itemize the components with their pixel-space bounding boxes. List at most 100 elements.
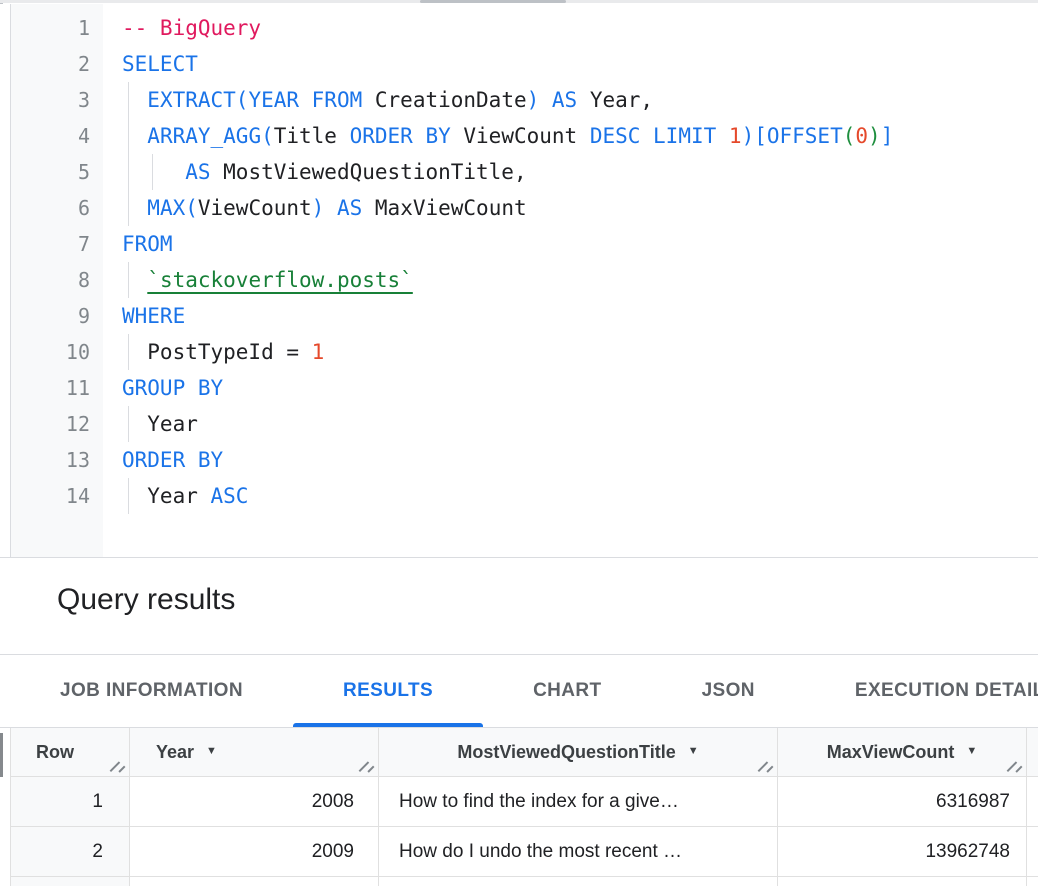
tab-json[interactable]: JSON: [652, 655, 805, 727]
table-cell: 2: [11, 827, 130, 876]
column-header-year[interactable]: Year▼: [130, 728, 379, 776]
code-line[interactable]: 6 MAX(ViewCount) AS MaxViewCount: [0, 190, 1038, 226]
code-line[interactable]: 1 -- BigQuery: [0, 10, 1038, 46]
code-line[interactable]: 13ORDER BY: [0, 442, 1038, 478]
code-token-id: [122, 268, 147, 292]
page-title: Query results: [0, 558, 1038, 617]
line-number: 6: [0, 190, 90, 226]
code-token-id: Year: [122, 484, 211, 508]
code-line[interactable]: 2 SELECT: [0, 46, 1038, 82]
code-line[interactable]: 4 ARRAY_AGG(Title ORDER BY ViewCount DES…: [0, 118, 1038, 154]
table-cell: 2009: [130, 827, 379, 876]
code-line[interactable]: 10 PostTypeId = 1: [0, 334, 1038, 370]
table-cell: 1: [11, 777, 130, 826]
column-header-label: MaxViewCount: [827, 742, 955, 763]
code-token-kw: AS: [185, 160, 223, 184]
code-token-id: [122, 196, 147, 220]
tab-job-information[interactable]: JOB INFORMATION: [10, 655, 293, 727]
line-number: 3: [0, 82, 90, 118]
code-token-kw: AS: [539, 88, 590, 112]
code-text: `stackoverflow.posts`: [122, 262, 413, 298]
table-cell: [778, 877, 1027, 886]
table-cell: [130, 877, 379, 886]
code-token-grn: (: [843, 124, 856, 148]
tab-execution-details[interactable]: EXECUTION DETAILS: [805, 655, 1038, 727]
column-resize-grip-icon[interactable]: [758, 760, 773, 773]
horizontal-scrollbar-thumb[interactable]: [420, 0, 566, 3]
bigquery-panel: 1 -- BigQuery 2 SELECT 3 EXTRACT(YEAR FROM C…: [0, 0, 1038, 886]
sort-arrow-icon[interactable]: ▼: [688, 745, 699, 757]
column-header-maxviewcount[interactable]: MaxViewCount ▼: [778, 728, 1027, 776]
line-number: 5: [0, 154, 90, 190]
query-results-header: Query results: [0, 557, 1038, 655]
code-token-num: 1: [729, 124, 742, 148]
code-token-id: MostViewedQuestionTitle,: [223, 160, 526, 184]
column-header-label: Row: [36, 742, 74, 763]
table-row-partial: [11, 877, 1038, 886]
table-cell: [11, 877, 130, 886]
code-token-kw: ORDER BY: [350, 124, 464, 148]
line-number: 13: [0, 442, 90, 478]
code-token-id: ViewCount: [198, 196, 312, 220]
tab-chart[interactable]: CHART: [483, 655, 652, 727]
code-token-comment: -- BigQuery: [122, 16, 261, 40]
column-header-row[interactable]: Row: [11, 728, 130, 776]
code-token-kw: GROUP BY: [122, 376, 223, 400]
code-line[interactable]: 14 Year ASC: [0, 478, 1038, 514]
code-line[interactable]: 11GROUP BY: [0, 370, 1038, 406]
code-token-kw: )[OFFSET: [742, 124, 843, 148]
table-reference-link[interactable]: `stackoverflow.posts`: [147, 268, 413, 292]
code-text: EXTRACT(YEAR FROM CreationDate) AS Year,: [122, 82, 653, 118]
table-vertical-scrollbar-thumb[interactable]: [0, 733, 3, 777]
tab-results[interactable]: RESULTS: [293, 655, 483, 727]
table-cell-partial: [1027, 877, 1038, 886]
code-line[interactable]: 12 Year: [0, 406, 1038, 442]
code-token-kw: SELECT: [122, 52, 198, 76]
table-cell: How do I undo the most recent …: [379, 827, 778, 876]
code-text: -- BigQuery: [122, 10, 261, 46]
code-token-kw: ): [527, 88, 540, 112]
table-cell-partial: [1027, 827, 1038, 876]
line-number: 2: [0, 46, 90, 82]
code-text: MAX(ViewCount) AS MaxViewCount: [122, 190, 527, 226]
code-text: AS MostViewedQuestionTitle,: [122, 154, 527, 190]
code-line[interactable]: 8 `stackoverflow.posts`: [0, 262, 1038, 298]
code-token-kw: ): [312, 196, 325, 220]
column-resize-grip-icon[interactable]: [1007, 760, 1022, 773]
line-number: 1: [0, 10, 90, 46]
sql-editor[interactable]: 1 -- BigQuery 2 SELECT 3 EXTRACT(YEAR FROM C…: [0, 4, 1038, 557]
code-token-id: Year,: [590, 88, 653, 112]
code-text: SELECT: [122, 46, 198, 82]
table-row: 12008How to find the index for a give…63…: [11, 777, 1038, 827]
results-table: RowYear▼MostViewedQuestionTitle▼MaxViewC…: [10, 728, 1038, 886]
results-tab-bar: JOB INFORMATIONRESULTSCHARTJSONEXECUTION…: [0, 655, 1038, 728]
column-resize-grip-icon[interactable]: [359, 760, 374, 773]
table-row: 22009How do I undo the most recent …1396…: [11, 827, 1038, 877]
code-line[interactable]: 5 AS MostViewedQuestionTitle,: [0, 154, 1038, 190]
code-token-kw: YEAR FROM: [248, 88, 374, 112]
line-number: 12: [0, 406, 90, 442]
code-text: GROUP BY: [122, 370, 223, 406]
code-token-id: [122, 88, 147, 112]
code-token-kw: MAX(: [147, 196, 198, 220]
code-token-kw: ASC: [211, 484, 249, 508]
code-token-kw: EXTRACT(: [147, 88, 248, 112]
sort-arrow-icon[interactable]: ▼: [206, 745, 217, 757]
code-line[interactable]: 9WHERE: [0, 298, 1038, 334]
table-header-row: RowYear▼MostViewedQuestionTitle▼MaxViewC…: [11, 728, 1038, 777]
column-resize-grip-icon[interactable]: [110, 760, 125, 773]
code-token-grn: ): [868, 124, 881, 148]
code-token-id: [122, 160, 185, 184]
code-token-kw: ]: [881, 124, 894, 148]
column-header-mostviewedquestiontitle[interactable]: MostViewedQuestionTitle▼: [379, 728, 778, 776]
code-line[interactable]: 7FROM: [0, 226, 1038, 262]
code-token-kw: WHERE: [122, 304, 185, 328]
code-line[interactable]: 3 EXTRACT(YEAR FROM CreationDate) AS Yea…: [0, 82, 1038, 118]
table-cell: 6316987: [778, 777, 1027, 826]
line-number: 7: [0, 226, 90, 262]
line-number: 10: [0, 334, 90, 370]
code-token-id: MaxViewCount: [375, 196, 527, 220]
sort-arrow-icon[interactable]: ▼: [966, 745, 977, 757]
table-body: 12008How to find the index for a give…63…: [11, 777, 1038, 886]
code-token-id: Year: [122, 412, 198, 436]
